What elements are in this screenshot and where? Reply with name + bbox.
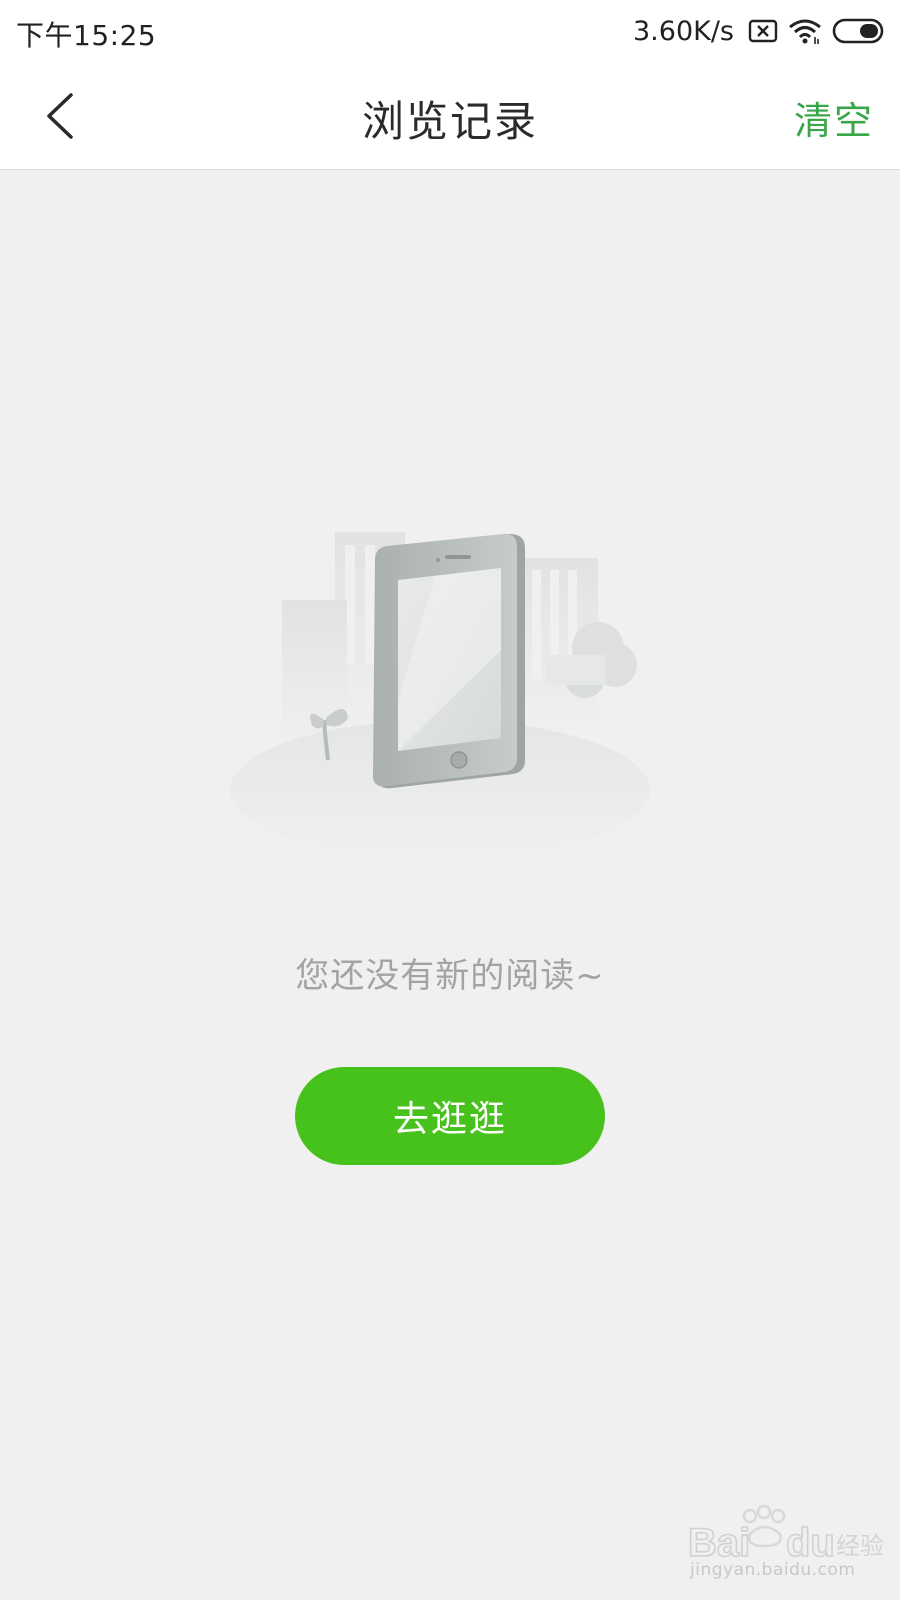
svg-text:经验: 经验 (836, 1532, 884, 1560)
wifi-icon (788, 17, 822, 45)
page-title: 浏览记录 (361, 97, 538, 146)
battery-icon (832, 17, 886, 45)
sim-error-icon (748, 18, 778, 44)
svg-text:Bai: Bai (688, 1521, 750, 1565)
watermark-url: jingyan.baidu.com (690, 1560, 856, 1580)
status-bar: 下午15:25 3.60K/s (0, 0, 900, 64)
clear-button[interactable]: 清空 (794, 90, 874, 145)
go-browse-button[interactable]: 去逛逛 (295, 1067, 605, 1165)
status-indicators: 3.60K/s (633, 12, 886, 50)
svg-text:du: du (786, 1521, 835, 1565)
status-time: 下午15:25 (16, 19, 157, 52)
network-speed: 3.60K/s (633, 15, 734, 47)
tablet-empty-illustration (220, 520, 680, 860)
empty-state-message: 您还没有新的阅读~ (295, 956, 605, 996)
nav-bar: 浏览记录 清空 (0, 64, 900, 170)
